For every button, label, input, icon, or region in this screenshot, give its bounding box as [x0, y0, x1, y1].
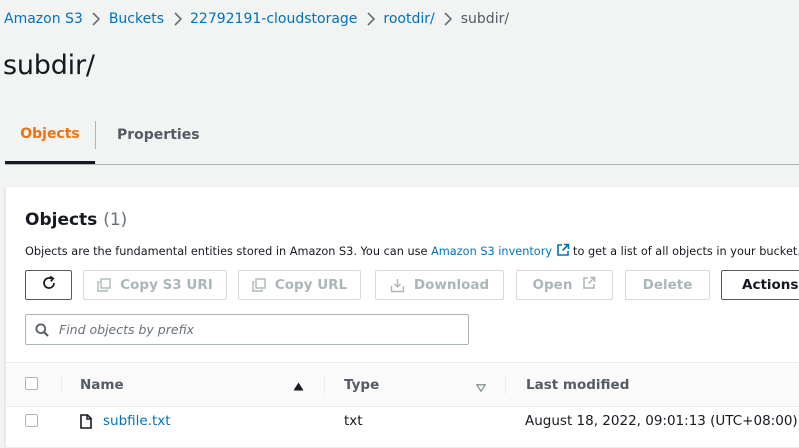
chevron-right-icon — [164, 12, 190, 26]
chevron-right-icon — [83, 12, 109, 26]
breadcrumb-amazon-s3[interactable]: Amazon S3 — [4, 11, 83, 27]
column-divider — [61, 375, 62, 394]
column-divider — [505, 375, 506, 394]
delete-label: Delete — [642, 277, 693, 293]
file-link[interactable]: subfile.txt — [103, 413, 171, 429]
copy-s3-uri-label: Copy S3 URI — [120, 277, 213, 293]
page-title: subdir/ — [3, 50, 95, 81]
open-label: Open — [532, 277, 573, 293]
objects-description: Objects are the fundamental entities sto… — [25, 243, 799, 260]
download-icon — [390, 278, 405, 293]
copy-s3-uri-button[interactable]: Copy S3 URI — [83, 270, 227, 300]
select-all-checkbox[interactable] — [25, 377, 38, 390]
search-box — [25, 314, 469, 345]
objects-heading-title: Objects — [25, 210, 98, 230]
breadcrumb-subdir: subdir/ — [460, 11, 510, 27]
table-header: Name Type Last modified — [6, 362, 799, 407]
file-name-cell: subfile.txt — [80, 406, 171, 436]
search-input[interactable] — [57, 321, 441, 338]
chevron-right-icon — [435, 12, 461, 26]
copy-icon — [97, 278, 111, 292]
refresh-icon — [41, 275, 57, 295]
table-row: subfile.txt txt August 18, 2022, 09:01:1… — [6, 406, 799, 436]
objects-panel-header: Objects (1) Objects are the fundamental … — [6, 187, 799, 361]
download-label: Download — [413, 277, 490, 293]
inventory-link[interactable]: Amazon S3 inventory — [431, 245, 552, 258]
breadcrumb-buckets[interactable]: Buckets — [109, 11, 164, 27]
column-header-type-label: Type — [344, 376, 380, 393]
file-icon — [80, 413, 92, 429]
objects-panel: Objects (1) Objects are the fundamental … — [5, 186, 799, 448]
download-button[interactable]: Download — [375, 270, 504, 300]
chevron-right-icon — [357, 12, 383, 26]
actions-button[interactable]: Actions — [721, 270, 799, 300]
row-checkbox[interactable] — [25, 414, 38, 427]
sort-ascending-icon — [293, 379, 304, 395]
objects-heading: Objects (1) — [25, 210, 127, 230]
breadcrumb: Amazon S3 Buckets 22792191-cloudstorage … — [4, 11, 509, 27]
column-divider — [324, 375, 325, 394]
delete-button[interactable]: Delete — [625, 270, 710, 300]
breadcrumb-rootdir[interactable]: rootdir/ — [383, 11, 434, 27]
copy-icon — [252, 278, 266, 292]
copy-url-label: Copy URL — [274, 277, 348, 293]
refresh-button[interactable] — [25, 270, 72, 300]
tab-objects[interactable]: Objects — [5, 106, 95, 164]
external-link-icon — [556, 243, 570, 260]
tab-properties[interactable]: Properties — [117, 106, 200, 163]
objects-description-text: Objects are the fundamental entities sto… — [25, 245, 428, 258]
open-button[interactable]: Open — [516, 270, 613, 300]
column-header-type[interactable]: Type — [344, 363, 494, 406]
tab-divider — [95, 121, 96, 149]
column-header-name-label: Name — [80, 376, 124, 393]
search-icon — [35, 323, 49, 337]
objects-description-text-end: to get a list of all objects in your buc… — [573, 245, 799, 258]
last-modified-cell: August 18, 2022, 09:01:13 (UTC+08:00) — [525, 413, 798, 429]
copy-url-button[interactable]: Copy URL — [238, 270, 361, 300]
actions-label: Actions — [742, 277, 799, 293]
column-header-last-modified[interactable]: Last modified — [526, 363, 629, 406]
external-link-icon — [582, 276, 596, 294]
objects-count: (1) — [103, 210, 128, 230]
tab-bar: Objects Properties — [5, 106, 799, 165]
column-header-name[interactable]: Name — [80, 363, 306, 406]
breadcrumb-bucket[interactable]: 22792191-cloudstorage — [190, 11, 357, 27]
file-type-cell: txt — [344, 413, 363, 429]
sort-caret-down-icon — [475, 380, 487, 396]
